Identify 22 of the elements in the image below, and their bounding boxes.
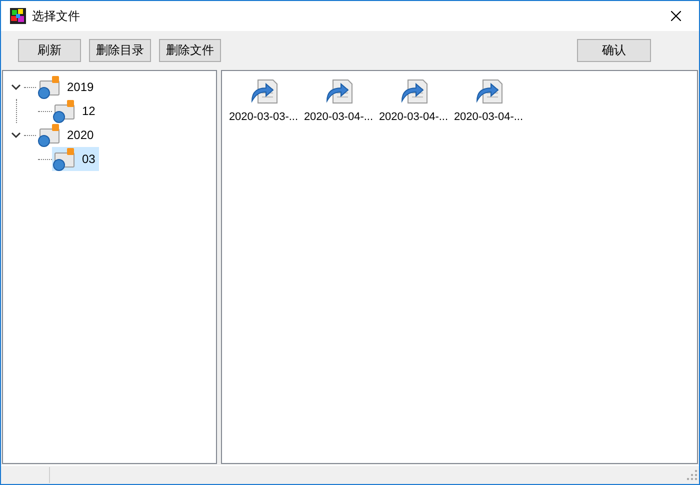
node-icon bbox=[52, 147, 76, 171]
window-title: 选择文件 bbox=[32, 8, 80, 24]
resize-grip-icon bbox=[687, 470, 697, 480]
close-icon bbox=[671, 11, 681, 21]
confirm-button[interactable]: 确认 bbox=[577, 39, 651, 62]
node-icon bbox=[37, 123, 61, 147]
file-name[interactable]: 2020-03-04-... bbox=[454, 111, 524, 123]
tree-item[interactable]: 03 bbox=[52, 147, 100, 171]
chevron-icon bbox=[11, 82, 21, 92]
toolbar-button[interactable]: 删除文件 bbox=[159, 39, 221, 62]
file-name[interactable]: 2020-03-04-... bbox=[304, 111, 374, 123]
tree-item[interactable]: 2019 bbox=[37, 75, 98, 99]
node-icon bbox=[37, 75, 61, 99]
chevron-icon bbox=[11, 130, 21, 140]
node-icon bbox=[52, 99, 76, 123]
file-name[interactable]: 2020-03-03-... bbox=[228, 111, 298, 123]
tree-item[interactable]: 2020 bbox=[37, 123, 98, 147]
app-logo-icon bbox=[10, 8, 26, 24]
file-name[interactable]: 2020-03-04-... bbox=[378, 111, 448, 123]
toolbar-button[interactable]: 删除目录 bbox=[89, 39, 151, 62]
toolbar-button[interactable]: 刷新 bbox=[18, 39, 81, 62]
tree-item[interactable]: 12 bbox=[52, 99, 100, 123]
